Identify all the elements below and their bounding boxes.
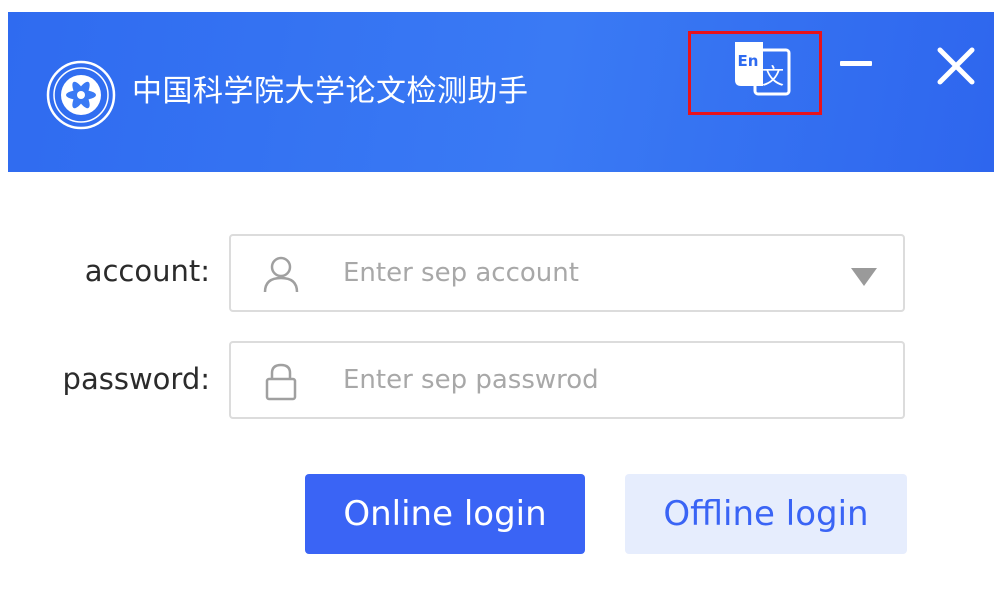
language-toggle-button[interactable]: 文 En [688,31,822,115]
account-field[interactable] [229,234,905,312]
user-icon [263,256,299,293]
app-title: 中国科学院大学论文检测助手 [132,74,529,109]
password-input[interactable] [343,357,823,403]
lock-icon [265,363,297,401]
account-input[interactable] [343,250,823,296]
close-button[interactable] [930,40,982,92]
translate-icon-glyph: 文 [762,65,784,90]
offline-login-button[interactable]: Offline login [625,474,907,554]
chevron-down-icon[interactable] [851,268,877,286]
password-field[interactable] [229,341,905,419]
account-label: account: [84,254,210,288]
close-icon [937,47,975,85]
online-login-button[interactable]: Online login [305,474,585,554]
university-seal-icon [46,60,116,130]
password-label: password: [62,362,210,396]
minimize-button[interactable] [830,48,882,82]
translate-icon-text: En [738,52,759,70]
translate-icon: 文 En [735,42,791,96]
minimize-icon [840,61,872,66]
